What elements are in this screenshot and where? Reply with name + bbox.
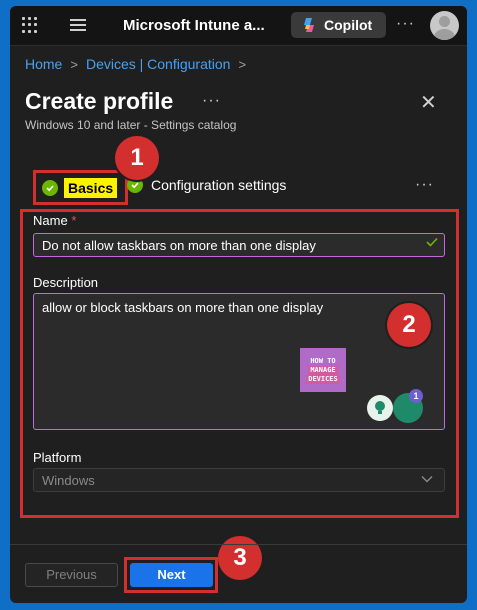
avatar[interactable] <box>430 11 459 40</box>
app-launcher-icon[interactable] <box>22 17 38 33</box>
intune-window: Microsoft Intune a... Copilot ··· Home >… <box>10 6 467 603</box>
lightbulb-icon[interactable] <box>367 395 393 421</box>
more-options-icon[interactable]: ··· <box>396 15 415 33</box>
page-title: Create profile <box>25 88 174 114</box>
footer-divider <box>10 544 467 545</box>
copilot-icon <box>304 18 314 32</box>
breadcrumb: Home > Devices | Configuration > <box>25 56 254 72</box>
required-mark: * <box>71 213 77 228</box>
notification-badge: 1 <box>409 389 423 403</box>
breadcrumb-separator-icon: > <box>238 56 247 72</box>
breadcrumb-separator-icon: > <box>70 56 78 72</box>
tab-basics[interactable]: Basics <box>33 170 128 205</box>
top-bar: Microsoft Intune a... Copilot ··· <box>10 6 467 46</box>
copilot-button[interactable]: Copilot <box>291 12 386 38</box>
callout-two: 2 <box>387 303 431 347</box>
tab-basics-label: Basics <box>64 177 118 198</box>
valid-check-icon <box>426 237 438 247</box>
description-label: Description <box>33 275 99 290</box>
close-button[interactable]: ✕ <box>420 90 437 115</box>
name-label: Name * <box>33 213 77 228</box>
title-more-icon[interactable]: ··· <box>202 92 221 110</box>
page-subtitle: Windows 10 and later - Settings catalog <box>25 118 237 132</box>
chevron-down-icon <box>421 476 433 483</box>
tab-configuration-settings[interactable]: Configuration settings <box>127 177 286 193</box>
tab-config-label: Configuration settings <box>151 177 287 193</box>
tabs-more-icon[interactable]: ··· <box>415 176 434 194</box>
check-circle-icon <box>42 179 58 196</box>
menu-icon[interactable] <box>70 19 86 31</box>
callout-three: 3 <box>218 536 262 580</box>
breadcrumb-home[interactable]: Home <box>25 56 62 72</box>
callout-one: 1 <box>115 136 159 180</box>
previous-button[interactable]: Previous <box>25 563 118 587</box>
platform-select[interactable]: Windows <box>33 468 445 492</box>
name-field[interactable]: Do not allow taskbars on more than one d… <box>33 233 445 257</box>
next-button[interactable]: Next <box>130 563 213 587</box>
platform-label: Platform <box>33 450 82 465</box>
howto-watermark-logo: HOW TO MANAGE DEVICES <box>300 348 346 392</box>
breadcrumb-devices-configuration[interactable]: Devices | Configuration <box>86 56 230 72</box>
copilot-label: Copilot <box>324 17 373 33</box>
app-title: Microsoft Intune a... <box>123 17 265 34</box>
